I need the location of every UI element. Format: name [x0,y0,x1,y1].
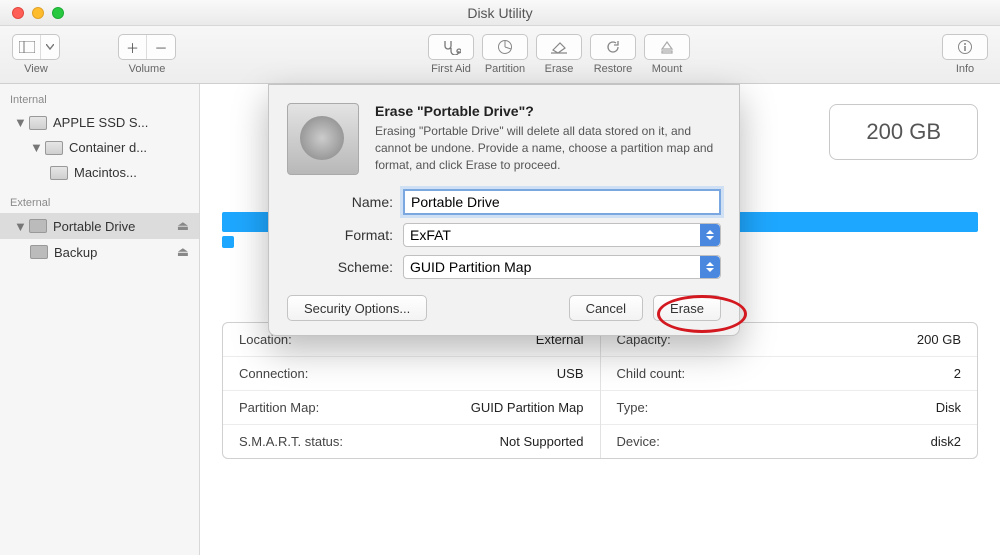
view-label: View [24,63,48,75]
format-label: Format: [287,227,393,243]
erase-dialog: Erase "Portable Drive"? Erasing "Portabl… [268,84,740,336]
sidebar-item-macintosh-hd[interactable]: Macintos... [0,160,199,185]
restore-button[interactable] [590,34,636,60]
volume-label: Volume [129,63,166,75]
info-row-child-count: Child count:2 [601,357,978,391]
scheme-value: GUID Partition Map [410,259,531,275]
eraser-icon [550,40,568,54]
name-input[interactable] [403,189,721,215]
sidebar-item-portable-drive[interactable]: ▼ Portable Drive ⏏ [0,213,199,239]
first-aid-label: First Aid [431,63,471,75]
info-button[interactable] [942,34,988,60]
partition-button[interactable] [482,34,528,60]
format-select[interactable]: ExFAT [403,223,721,247]
toolbar: View ＋ － Volume First Aid Partition Eras… [0,26,1000,84]
sidebar-item-label: Macintos... [74,165,137,180]
erase-toolbar-button[interactable] [536,34,582,60]
external-drive-icon [29,219,47,233]
info-row-type: Type:Disk [601,391,978,425]
info-icon [957,39,973,55]
select-arrows-icon [700,224,720,246]
partition-label: Partition [485,63,525,75]
stethoscope-icon [441,39,461,55]
external-drive-icon [30,245,48,259]
sidebar-item-apple-ssd[interactable]: ▼ APPLE SSD S... [0,110,199,135]
view-segmented[interactable] [12,34,60,60]
titlebar: Disk Utility [0,0,1000,26]
sidebar-item-label: Container d... [69,140,147,155]
disclosure-triangle-icon[interactable]: ▼ [14,115,23,130]
info-label: Info [956,63,974,75]
scheme-select[interactable]: GUID Partition Map [403,255,721,279]
usage-legend-swatch [222,236,234,248]
info-row-partition-map: Partition Map:GUID Partition Map [223,391,600,425]
dialog-title: Erase "Portable Drive"? [375,103,721,119]
sidebar-toggle-icon[interactable] [13,35,41,59]
restore-icon [605,39,621,55]
eject-icon[interactable]: ⏏ [177,218,189,234]
info-row-smart: S.M.A.R.T. status:Not Supported [223,425,600,458]
sidebar: Internal ▼ APPLE SSD S... ▼ Container d.… [0,84,200,555]
erase-toolbar-label: Erase [545,63,574,75]
sidebar-item-label: APPLE SSD S... [53,115,148,130]
sidebar-item-backup[interactable]: Backup ⏏ [0,239,199,265]
info-row-connection: Connection:USB [223,357,600,391]
view-options-chevron-icon[interactable] [41,35,59,59]
restore-label: Restore [594,63,633,75]
disclosure-triangle-icon[interactable]: ▼ [30,140,39,155]
mount-button[interactable] [644,34,690,60]
drive-icon [50,166,68,180]
volume-remove-icon[interactable]: － [147,35,175,59]
scheme-label: Scheme: [287,259,393,275]
volume-segmented[interactable]: ＋ － [118,34,176,60]
security-options-button[interactable]: Security Options... [287,295,427,321]
mount-icon [660,40,674,54]
format-value: ExFAT [410,227,451,243]
first-aid-button[interactable] [428,34,474,60]
mount-label: Mount [652,63,683,75]
sidebar-item-label: Backup [54,245,97,260]
sidebar-item-container[interactable]: ▼ Container d... [0,135,199,160]
info-row-device: Device:disk2 [601,425,978,458]
info-table: Location:External Connection:USB Partiti… [222,322,978,459]
volume-add-icon[interactable]: ＋ [119,35,147,59]
drive-image-icon [287,103,359,175]
drive-icon [45,141,63,155]
select-arrows-icon [700,256,720,278]
pie-icon [497,39,513,55]
eject-icon[interactable]: ⏏ [177,244,189,260]
sidebar-header-external: External [0,193,199,213]
dialog-description: Erasing "Portable Drive" will delete all… [375,123,721,173]
sidebar-header-internal: Internal [0,90,199,110]
window-title: Disk Utility [0,5,1000,21]
cancel-button[interactable]: Cancel [569,295,643,321]
capacity-box: 200 GB [829,104,978,160]
drive-icon [29,116,47,130]
sidebar-item-label: Portable Drive [53,219,135,234]
erase-button[interactable]: Erase [653,295,721,321]
disclosure-triangle-icon[interactable]: ▼ [14,219,23,234]
name-label: Name: [287,194,393,210]
